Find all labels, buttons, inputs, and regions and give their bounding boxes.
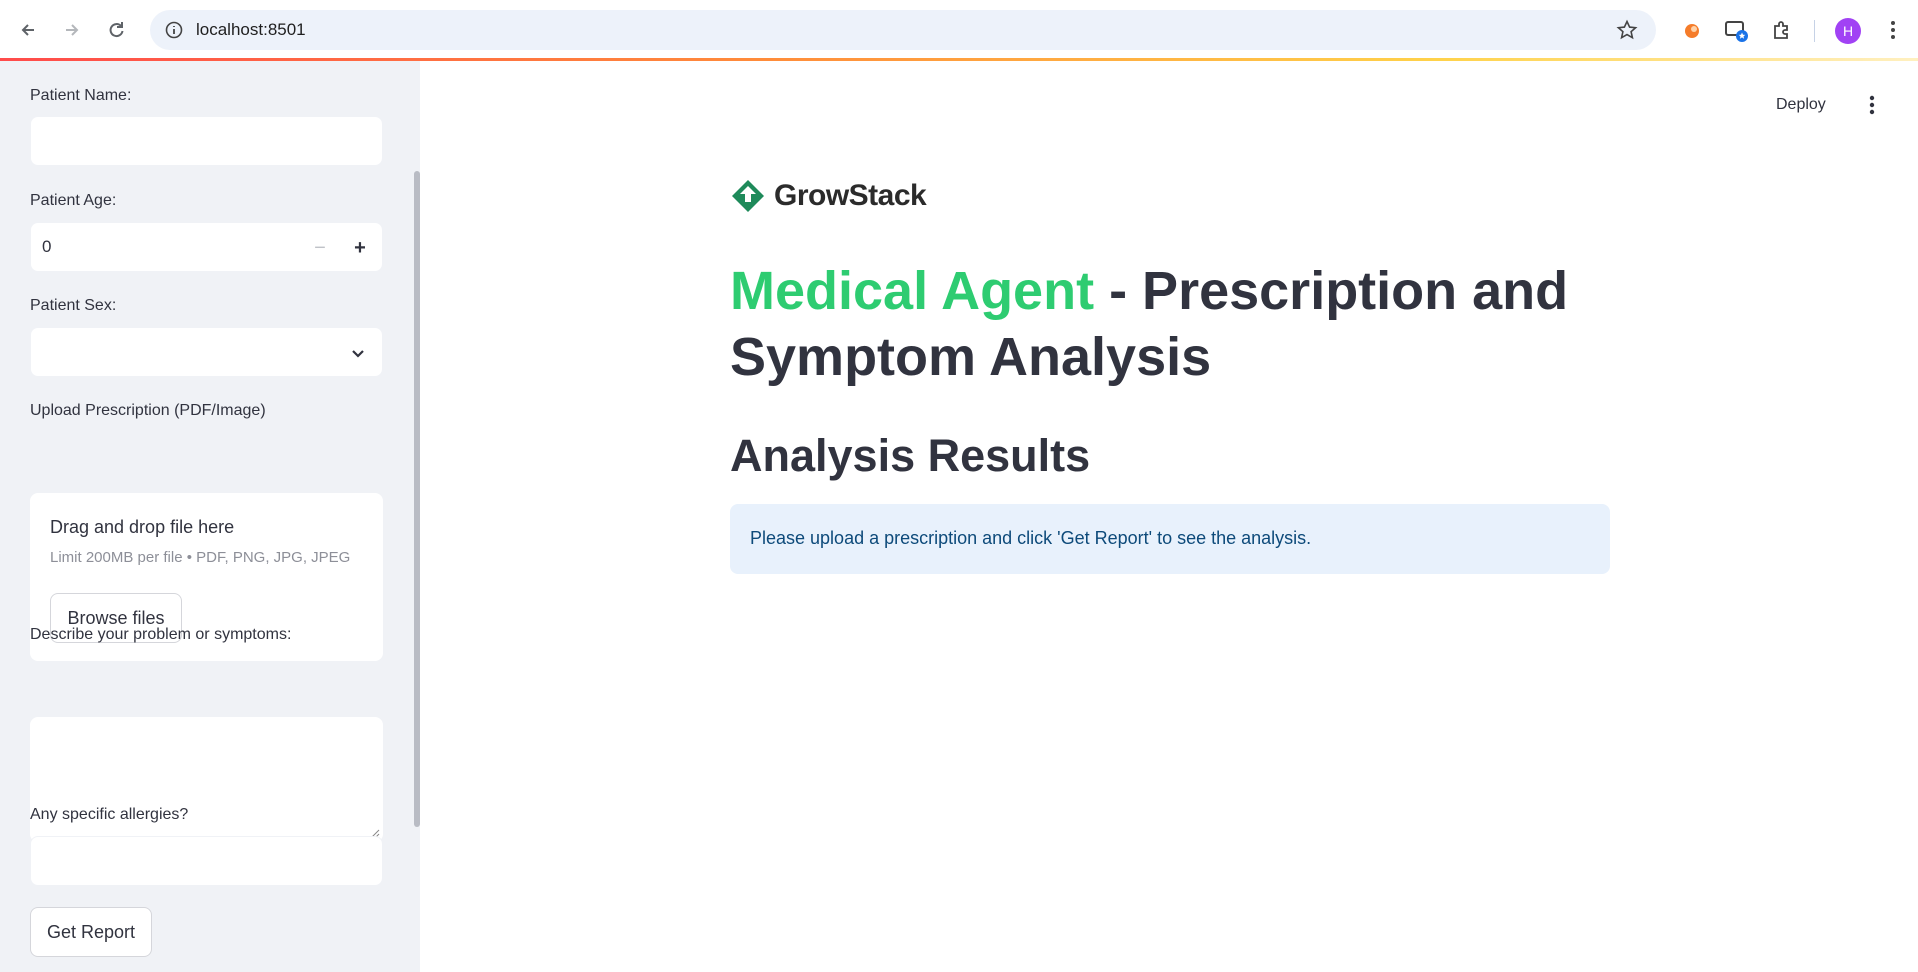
upload-label: Upload Prescription (PDF/Image): [30, 402, 266, 419]
dropzone-title: Drag and drop file here: [50, 517, 235, 537]
patient-age-label: Patient Age:: [30, 192, 117, 209]
sidebar-scrollbar[interactable]: [414, 171, 420, 827]
site-info-icon[interactable]: [164, 20, 184, 40]
symptoms-label: Describe your problem or symptoms:: [30, 626, 292, 643]
allergies-label: Any specific allergies?: [30, 806, 189, 823]
allergies-input[interactable]: [30, 836, 383, 886]
url-text: localhost:8501: [196, 20, 306, 39]
address-bar[interactable]: localhost:8501: [150, 10, 1656, 50]
info-alert-text: Please upload a prescription and click '…: [750, 528, 1312, 548]
age-increment-button[interactable]: +: [340, 223, 380, 273]
reload-icon[interactable]: [100, 14, 132, 46]
sidebar: Patient Name: Patient Age: 0 − + Patient…: [0, 61, 420, 972]
extensions-puzzle-icon[interactable]: [1766, 14, 1798, 46]
page-title-accent: Medical Agent: [730, 261, 1095, 321]
logo-text: GrowStack: [774, 179, 927, 212]
patient-name-input[interactable]: [30, 116, 383, 166]
patient-sex-label: Patient Sex:: [30, 297, 117, 314]
deploy-button[interactable]: Deploy: [1770, 92, 1832, 118]
patient-age-value: 0: [42, 237, 52, 256]
info-alert: Please upload a prescription and click '…: [730, 504, 1610, 574]
growstack-logo-icon: [732, 180, 764, 212]
cast-extension-icon[interactable]: [1720, 14, 1752, 46]
main-menu-icon[interactable]: [1860, 90, 1884, 120]
age-decrement-button[interactable]: −: [300, 223, 340, 273]
profile-avatar[interactable]: H: [1835, 18, 1861, 44]
back-icon[interactable]: [12, 14, 44, 46]
bookmark-star-icon[interactable]: [1616, 19, 1638, 41]
patient-sex-select[interactable]: [30, 327, 383, 377]
patient-name-label: Patient Name:: [30, 87, 132, 104]
forward-icon[interactable]: [56, 14, 88, 46]
dropzone-limit-text: Limit 200MB per file • PDF, PNG, JPG, JP…: [50, 549, 351, 566]
browser-toolbar: localhost:8501 H: [0, 0, 1918, 60]
analysis-results-heading: Analysis Results: [730, 430, 1091, 481]
patient-age-input[interactable]: 0 − +: [30, 222, 383, 272]
chevron-down-icon: [352, 350, 364, 358]
extension-flame-icon[interactable]: [1676, 14, 1708, 46]
toolbar-divider: [1814, 20, 1815, 42]
page-title: Medical Agent - Prescription and Symptom…: [730, 258, 1630, 390]
growstack-logo: GrowStack: [730, 176, 927, 216]
get-report-button[interactable]: Get Report: [30, 907, 152, 957]
chrome-menu-icon[interactable]: [1877, 14, 1909, 46]
